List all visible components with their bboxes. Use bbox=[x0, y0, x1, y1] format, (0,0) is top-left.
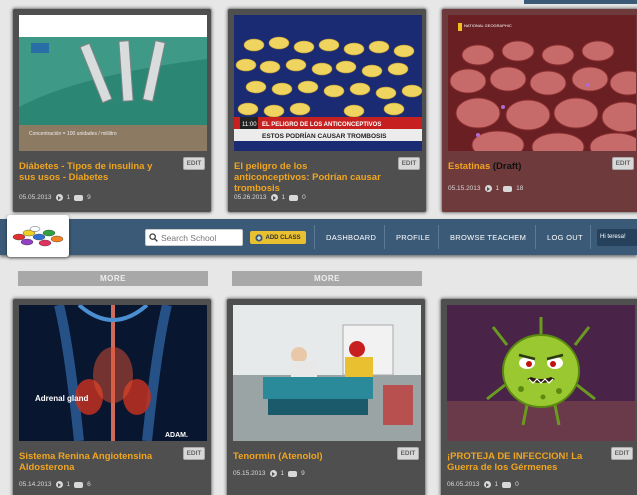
nav-link-log-out[interactable]: LOG OUT bbox=[547, 233, 583, 242]
video-thumbnail[interactable]: NATIONAL GEOGRAPHIC bbox=[448, 15, 636, 151]
nav-divider bbox=[438, 225, 439, 249]
video-card[interactable]: Concentración = 100 unidades / mililitro… bbox=[12, 8, 212, 213]
edit-button[interactable]: EDIT bbox=[398, 157, 420, 170]
video-thumbnail[interactable]: Adrenal gland ADAM. bbox=[19, 305, 207, 441]
edit-button[interactable]: EDIT bbox=[397, 447, 419, 460]
comments-icon bbox=[288, 470, 298, 477]
comments-icon bbox=[74, 481, 84, 488]
more-button[interactable]: MORE bbox=[18, 271, 208, 286]
video-date: 05.14.2013 bbox=[19, 481, 52, 488]
thumb-clock: 11:00 bbox=[242, 122, 257, 128]
edit-button[interactable]: EDIT bbox=[183, 157, 205, 170]
video-title[interactable]: ¡PROTEJA DE INFECCION! La Guerra de los … bbox=[447, 451, 597, 473]
video-meta: 05.05.2013 1 9 bbox=[19, 194, 91, 201]
views-count: 1 bbox=[66, 481, 71, 488]
views-icon bbox=[270, 194, 278, 201]
comments-icon bbox=[502, 481, 512, 488]
nav-link-dashboard[interactable]: DASHBOARD bbox=[326, 233, 376, 242]
views-count: 1 bbox=[281, 194, 286, 201]
top-navbar: ADD CLASS DASHBOARD PROFILE BROWSE TEACH… bbox=[0, 215, 637, 257]
comments-count: 0 bbox=[302, 194, 306, 201]
views-count: 1 bbox=[494, 481, 499, 488]
nav-link-browse-teachem[interactable]: BROWSE TEACHEM bbox=[450, 233, 526, 242]
pills-image: 11:00 EL PELIGRO DE LOS ANTICONCEPTIVOS … bbox=[234, 15, 422, 151]
video-card[interactable]: ¡PROTEJA DE INFECCION! La Guerra de los … bbox=[440, 298, 637, 495]
nav-link-profile[interactable]: PROFILE bbox=[396, 233, 430, 242]
edit-button[interactable]: EDIT bbox=[183, 447, 205, 460]
video-title[interactable]: Sistema Renina Angiotensina Aldosterona bbox=[19, 451, 169, 473]
thumb-caption: NATIONAL GEOGRAPHIC bbox=[464, 23, 512, 28]
comments-count: 6 bbox=[87, 481, 91, 488]
video-date: 06.05.2013 bbox=[447, 481, 480, 488]
search-box[interactable] bbox=[145, 229, 243, 246]
comments-count: 9 bbox=[301, 470, 305, 477]
views-count: 1 bbox=[280, 470, 285, 477]
comments-icon bbox=[503, 185, 513, 192]
video-card[interactable]: Adrenal gland ADAM. Sistema Renina Angio… bbox=[12, 298, 212, 495]
add-class-button[interactable]: ADD CLASS bbox=[250, 231, 306, 244]
views-icon bbox=[484, 185, 492, 192]
comments-icon bbox=[289, 194, 299, 201]
video-card[interactable]: Tenormin (Atenolol) EDIT 05.15.2013 1 9 bbox=[226, 298, 426, 495]
clinic-animation-image bbox=[233, 305, 421, 441]
video-title[interactable]: El peligro de los anticonceptivos: Podrí… bbox=[234, 161, 384, 194]
cells-image: NATIONAL GEOGRAPHIC bbox=[448, 15, 636, 151]
video-date: 05.15.2013 bbox=[448, 185, 481, 192]
views-icon bbox=[55, 194, 63, 201]
thumb-caption: EL PELIGRO DE LOS ANTICONCEPTIVOS bbox=[262, 122, 381, 128]
views-count: 1 bbox=[66, 194, 71, 201]
video-meta: 05.26.2013 1 0 bbox=[234, 194, 306, 201]
video-card-draft[interactable]: NATIONAL GEOGRAPHIC Estatinas (Draft) ED… bbox=[441, 8, 637, 213]
video-date: 05.26.2013 bbox=[234, 194, 267, 201]
germ-cartoon-image bbox=[447, 305, 635, 441]
views-icon bbox=[483, 481, 491, 488]
comments-count: 18 bbox=[516, 185, 524, 192]
edit-button[interactable]: EDIT bbox=[611, 447, 633, 460]
comments-icon bbox=[74, 194, 84, 201]
video-thumbnail[interactable] bbox=[233, 305, 421, 441]
comments-count: 0 bbox=[515, 481, 519, 488]
thumb-caption: Concentración = 100 unidades / mililitro bbox=[29, 131, 117, 137]
add-class-label: ADD CLASS bbox=[265, 234, 301, 241]
video-date: 05.05.2013 bbox=[19, 194, 52, 201]
thumb-caption: Adrenal gland bbox=[35, 394, 88, 403]
views-count: 1 bbox=[495, 185, 500, 192]
more-button[interactable]: MORE bbox=[232, 271, 422, 286]
views-icon bbox=[269, 470, 277, 477]
user-greeting[interactable]: Hi teresa! bbox=[597, 229, 637, 246]
search-input[interactable] bbox=[161, 232, 239, 243]
video-meta: 06.05.2013 1 0 bbox=[447, 481, 519, 488]
thumb-caption-2: ESTOS PODRÍAN CAUSAR TROMBOSIS bbox=[262, 131, 387, 140]
video-date: 05.15.2013 bbox=[233, 470, 266, 477]
video-title[interactable]: Estatinas (Draft) bbox=[448, 161, 598, 172]
views-icon bbox=[55, 481, 63, 488]
adrenal-anatomy-image: Adrenal gland ADAM. bbox=[19, 305, 207, 441]
video-thumbnail[interactable]: Concentración = 100 unidades / mililitro bbox=[19, 15, 207, 151]
video-meta: 05.14.2013 1 6 bbox=[19, 481, 91, 488]
nav-divider bbox=[535, 225, 536, 249]
video-title[interactable]: Diábetes - Tipos de insulina y sus usos … bbox=[19, 161, 169, 183]
video-thumbnail[interactable]: 11:00 EL PELIGRO DE LOS ANTICONCEPTIVOS … bbox=[234, 15, 422, 151]
edit-button[interactable]: EDIT bbox=[612, 157, 634, 170]
nav-divider bbox=[314, 225, 315, 249]
comments-count: 9 bbox=[87, 194, 91, 201]
plus-circle-icon bbox=[255, 233, 264, 242]
pills-logo-icon bbox=[12, 226, 64, 247]
video-card[interactable]: 11:00 EL PELIGRO DE LOS ANTICONCEPTIVOS … bbox=[227, 8, 427, 213]
video-meta: 05.15.2013 1 18 bbox=[448, 185, 523, 192]
video-thumbnail[interactable] bbox=[447, 305, 635, 441]
thumb-caption-2: ADAM. bbox=[165, 432, 188, 439]
nav-divider bbox=[590, 225, 591, 249]
nav-divider bbox=[384, 225, 385, 249]
top-bar-fragment bbox=[524, 0, 637, 4]
video-title[interactable]: Tenormin (Atenolol) bbox=[233, 451, 383, 462]
search-icon bbox=[149, 233, 158, 242]
site-logo[interactable] bbox=[7, 215, 69, 257]
video-meta: 05.15.2013 1 9 bbox=[233, 470, 305, 477]
insulin-pens-image: Concentración = 100 unidades / mililitro bbox=[19, 15, 207, 151]
